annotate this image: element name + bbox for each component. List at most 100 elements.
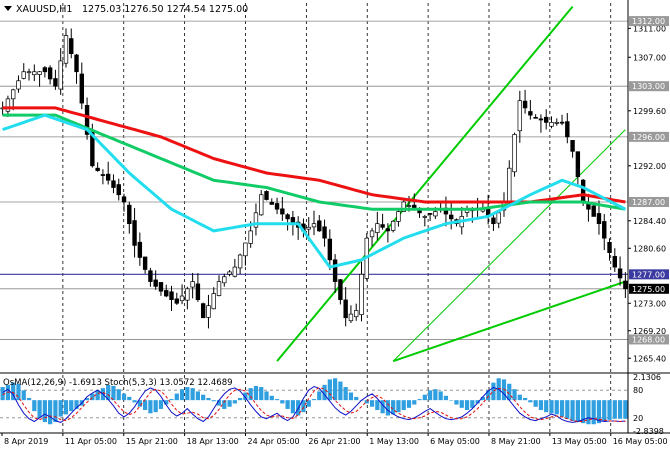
time-tick-label: 13 May 05:00	[552, 437, 607, 446]
candle-body	[259, 194, 264, 216]
oscillator-label: OsMA(12,26,9) -1.6913 Stoch(5,3,3) 13.05…	[3, 378, 233, 388]
candle-body	[507, 167, 512, 203]
channel-upper-line	[276, 5, 574, 362]
osma-bar	[602, 400, 607, 421]
candle-body	[317, 220, 322, 232]
candle-body	[559, 121, 565, 124]
candle-body	[359, 273, 364, 316]
candle-body	[137, 241, 143, 258]
candle-body	[21, 71, 26, 79]
osma-bar	[232, 400, 237, 404]
candle-body	[538, 118, 544, 121]
osma-bar	[512, 389, 517, 401]
candle-body	[306, 226, 311, 230]
candle-body	[575, 151, 581, 177]
candle-body	[285, 214, 290, 220]
osma-bar	[528, 400, 533, 403]
dropdown-triangle-icon[interactable]	[4, 6, 12, 11]
candle-body	[570, 140, 575, 152]
candle-body	[153, 279, 158, 287]
header: XAUUSD,H1 1275.03 1276.50 1274.54 1275.0…	[4, 4, 248, 15]
candle-body	[222, 276, 227, 284]
candle-body	[580, 179, 586, 203]
time-tick-label: 6 May 05:00	[430, 437, 480, 446]
osma-bar	[201, 394, 206, 401]
osma-bar	[206, 397, 211, 401]
candle-body	[121, 196, 127, 203]
candle-body	[390, 220, 396, 231]
osma-bar	[42, 400, 47, 423]
candle-body	[63, 35, 69, 64]
osma-bar	[549, 400, 554, 414]
osma-bar	[338, 381, 343, 401]
osma-bar	[396, 400, 401, 413]
osma-bar	[148, 400, 153, 414]
candle-body	[280, 208, 285, 215]
time-tick-label: 26 Apr 21:00	[308, 437, 360, 446]
candle-body	[105, 173, 111, 181]
candle-body	[190, 281, 195, 288]
osma-bar	[153, 400, 158, 413]
osma-bar	[32, 400, 37, 412]
osma-bar	[158, 400, 164, 409]
level-label: 1287.00	[632, 198, 665, 207]
candle-body	[111, 180, 116, 188]
candle-body	[406, 205, 412, 207]
osma-bar	[454, 400, 459, 405]
time-tick-label: 8 May 21:00	[491, 437, 541, 446]
grid	[62, 3, 612, 433]
candle-body	[332, 259, 338, 282]
osma-bar	[169, 399, 174, 401]
candle-body	[544, 116, 549, 123]
chart-window: 1311.00 1307.00 1299.60 1292.00 1284.40 1280.…	[0, 0, 670, 453]
candle-body	[37, 71, 42, 75]
candle-body	[549, 122, 554, 127]
osma-bar	[554, 400, 559, 415]
osma-bar	[132, 400, 137, 403]
level-label: 1312.00	[632, 17, 665, 26]
candle-body	[142, 256, 148, 270]
osma-bar	[348, 392, 354, 401]
candle-body	[164, 290, 169, 297]
candle-body	[10, 89, 16, 100]
candle-body	[174, 298, 179, 304]
osma-bar	[116, 389, 121, 401]
osma-bar	[422, 394, 427, 401]
candle-body	[116, 184, 121, 196]
time-tick-label: 8 Apr 2019	[4, 437, 48, 446]
candle-body	[100, 174, 106, 176]
osma-bar	[401, 400, 406, 411]
candle-body	[216, 281, 222, 296]
candle-body	[206, 305, 211, 318]
price-tick-label: 1265.40	[633, 354, 666, 363]
osma-bar	[37, 400, 42, 418]
oscillator-tick-label: 20	[633, 414, 643, 423]
osma-bar	[343, 387, 348, 401]
osma-bar	[449, 400, 454, 401]
candle-body	[517, 100, 523, 132]
candle-body	[227, 271, 232, 275]
osma-bar	[459, 400, 464, 408]
osma-bar	[617, 400, 623, 419]
candle-body	[42, 67, 48, 73]
candle-body	[69, 38, 74, 54]
candle-body	[369, 230, 375, 238]
osma-bar	[517, 394, 522, 401]
time-tick-label: 15 Apr 21:00	[126, 437, 178, 446]
candle-body	[16, 80, 21, 90]
osma-bar	[438, 391, 443, 401]
candle-body	[422, 216, 428, 218]
candle-body	[58, 60, 63, 90]
candle-body	[322, 226, 327, 239]
ma-cyan-line	[2, 113, 627, 269]
osma-bar	[227, 400, 232, 407]
osma-bar	[417, 399, 422, 401]
osma-bar	[522, 397, 528, 401]
candle-body	[185, 288, 190, 301]
oscillator-tick-label: 80	[633, 386, 643, 395]
candle-body	[612, 256, 618, 268]
osma-bar	[612, 400, 617, 419]
candle-body	[533, 116, 538, 119]
candle-body	[26, 71, 32, 74]
level-label: 1277.00	[632, 270, 665, 279]
